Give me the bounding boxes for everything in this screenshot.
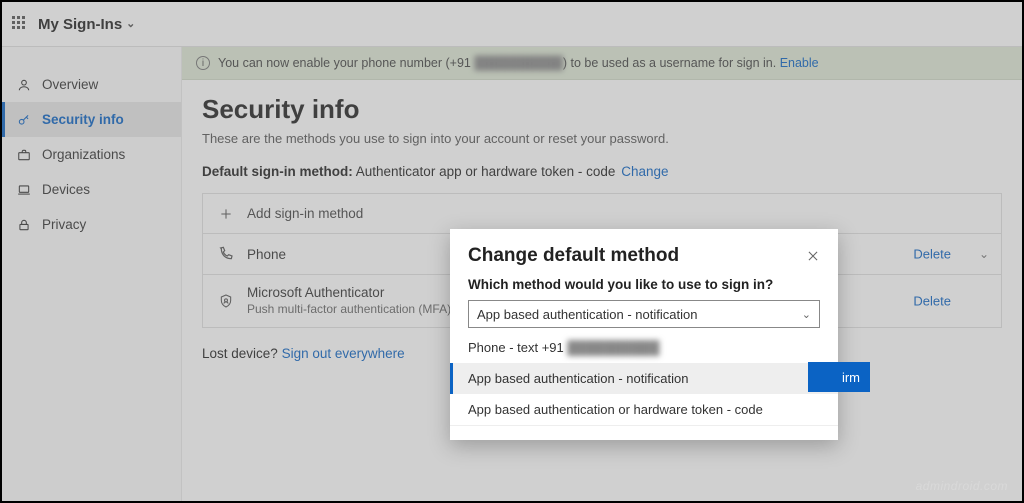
modal-header: Change default method xyxy=(450,229,838,277)
modal-body: Which method would you like to use to si… xyxy=(450,277,838,440)
chevron-down-icon: ⌄ xyxy=(802,308,811,321)
modal-title: Change default method xyxy=(468,245,679,267)
watermark: admindroid.com xyxy=(916,479,1008,493)
confirm-button[interactable]: irm xyxy=(808,362,870,392)
close-icon[interactable] xyxy=(806,249,820,263)
option-app-or-token-code[interactable]: App based authentication or hardware tok… xyxy=(450,394,838,425)
select-value: App based authentication - notification xyxy=(477,307,697,322)
option-app-notification[interactable]: App based authentication - notification xyxy=(450,363,838,394)
option-phone-text[interactable]: Phone - text +91 ██████████ xyxy=(450,332,838,363)
modal-question: Which method would you like to use to si… xyxy=(468,277,820,292)
method-select[interactable]: App based authentication - notification … xyxy=(468,300,820,328)
change-default-method-modal: Change default method Which method would… xyxy=(450,229,838,440)
select-options-list: Phone - text +91 ██████████ App based au… xyxy=(450,332,838,426)
